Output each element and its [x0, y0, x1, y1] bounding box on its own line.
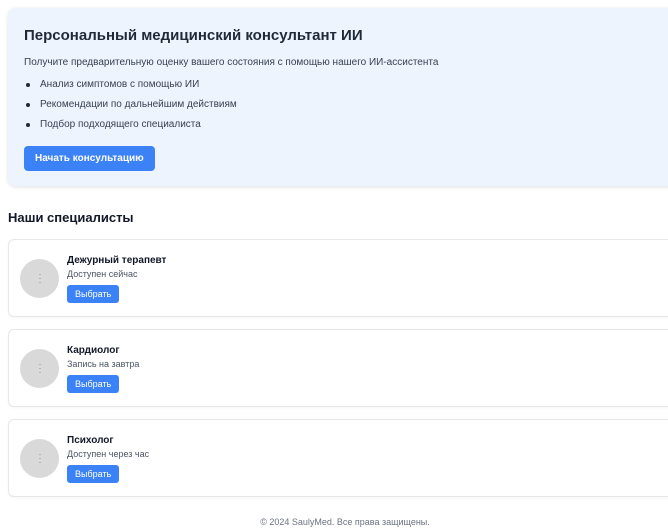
- specialist-availability: Доступен сейчас: [67, 269, 138, 279]
- avatar-placeholder-icon: [38, 454, 41, 463]
- select-specialist-button[interactable]: Выбрать: [67, 375, 120, 393]
- bullet-icon: [26, 83, 30, 87]
- footer-copyright: © 2024 SaulyMed. Все права защищены.: [260, 517, 430, 527]
- page: Персональный медицинский консультант ИИ …: [0, 0, 668, 531]
- feature-list: Анализ симптомов с помощью ИИ Рекомендац…: [24, 78, 664, 138]
- feature-label: Анализ симптомов с помощью ИИ: [40, 79, 200, 90]
- ai-consultant-banner: Персональный медицинский консультант ИИ …: [8, 8, 668, 186]
- bullet-icon: [26, 103, 30, 107]
- feature-item: Рекомендации по дальнейшим действиям: [24, 98, 664, 118]
- select-specialist-button[interactable]: Выбрать: [67, 465, 120, 483]
- avatar-placeholder-icon: [38, 274, 41, 283]
- avatar-placeholder-icon: [38, 364, 41, 373]
- bullet-icon: [26, 123, 30, 127]
- banner-subtitle: Получите предварительную оценку вашего с…: [24, 57, 439, 68]
- specialist-availability: Запись на завтра: [67, 359, 140, 369]
- feature-item: Подбор подходящего специалиста: [24, 118, 664, 138]
- specialist-name: Психолог: [67, 435, 114, 446]
- feature-label: Подбор подходящего специалиста: [40, 119, 201, 130]
- specialist-info: Кардиолог Запись на завтра Выбрать: [67, 344, 139, 393]
- banner-title: Персональный медицинский консультант ИИ: [24, 27, 363, 44]
- start-consultation-button[interactable]: Начать консультацию: [24, 146, 155, 171]
- specialist-availability: Доступен через час: [67, 449, 150, 459]
- specialist-info: Дежурный терапевт Доступен сейчас Выбрат…: [67, 254, 166, 303]
- specialist-info: Психолог Доступен через час Выбрать: [67, 434, 149, 483]
- specialist-name: Кардиолог: [67, 345, 120, 356]
- specialist-card-psychologist: Психолог Доступен через час Выбрать: [8, 419, 668, 497]
- avatar: [20, 439, 59, 478]
- specialist-name: Дежурный терапевт: [67, 255, 167, 266]
- specialist-card-therapist: Дежурный терапевт Доступен сейчас Выбрат…: [8, 239, 668, 317]
- specialists-section-title: Наши специалисты: [8, 210, 134, 225]
- avatar: [20, 259, 59, 298]
- feature-item: Анализ симптомов с помощью ИИ: [24, 78, 664, 98]
- avatar: [20, 349, 59, 388]
- specialist-card-cardiologist: Кардиолог Запись на завтра Выбрать: [8, 329, 668, 407]
- feature-label: Рекомендации по дальнейшим действиям: [40, 99, 237, 110]
- specialists-list: Дежурный терапевт Доступен сейчас Выбрат…: [8, 239, 668, 509]
- select-specialist-button[interactable]: Выбрать: [67, 285, 120, 303]
